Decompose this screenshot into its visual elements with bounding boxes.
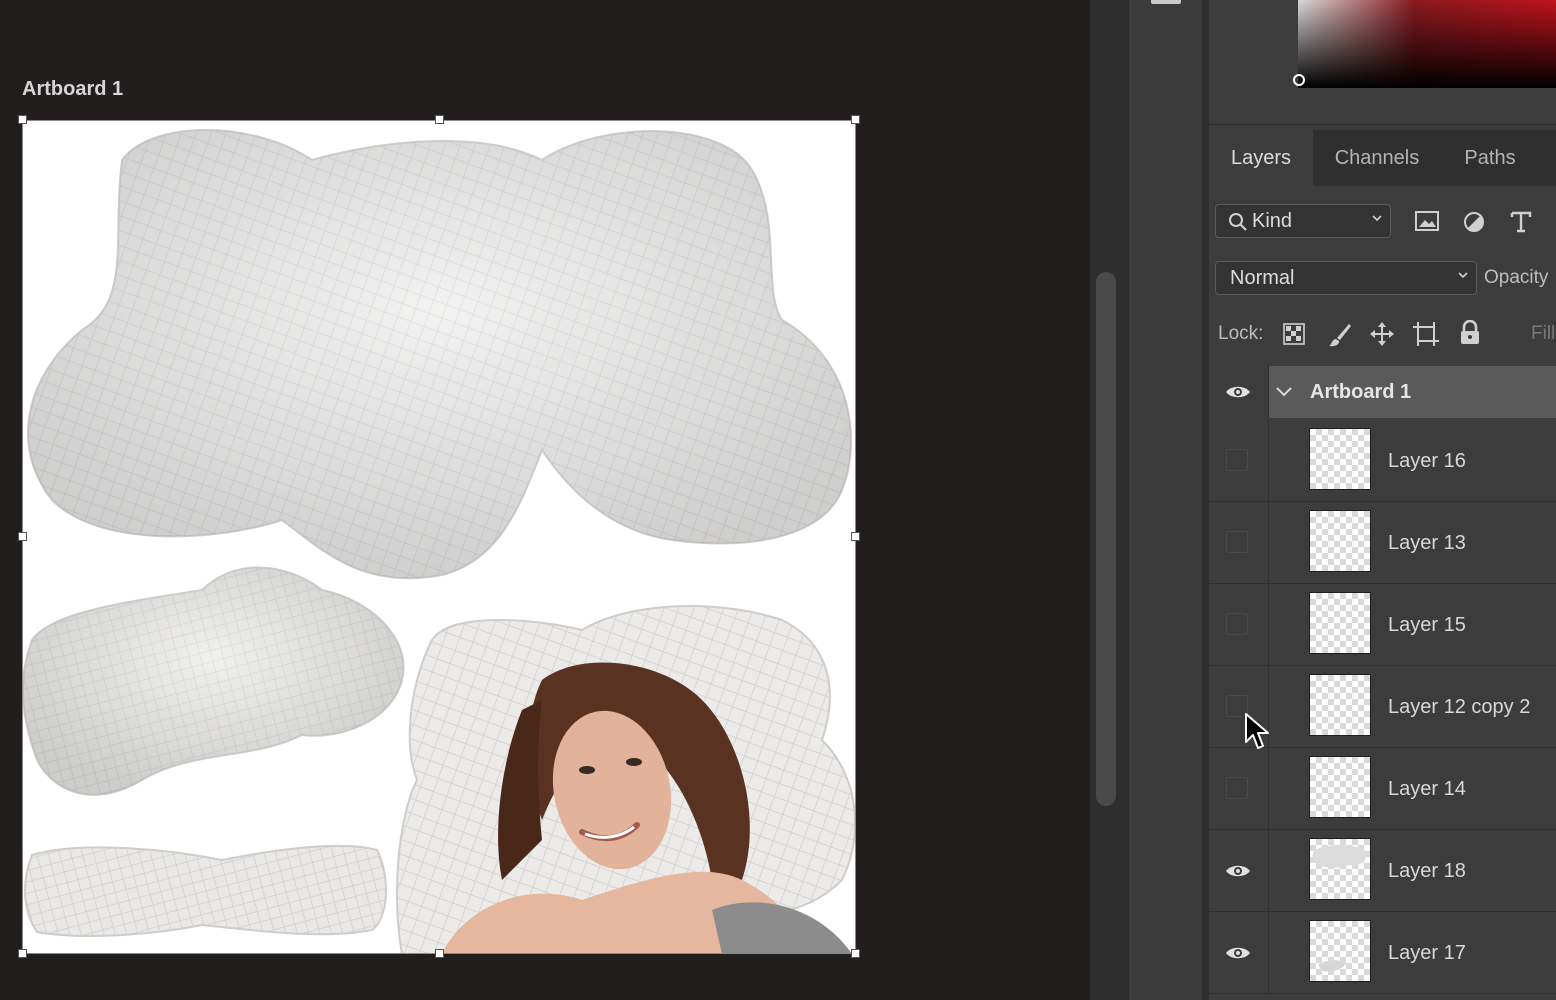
artboard-label[interactable]: Artboard 1 bbox=[22, 78, 123, 101]
pillow-thumbnail-image bbox=[1318, 960, 1346, 972]
layer-thumbnail[interactable] bbox=[1309, 838, 1371, 900]
chevron-down-icon bbox=[1372, 215, 1382, 222]
fill-label: Fill bbox=[1531, 323, 1556, 344]
layer-name[interactable]: Layer 15 bbox=[1388, 584, 1466, 666]
lock-artboard-icon[interactable] bbox=[1412, 321, 1440, 347]
layer-name[interactable]: Layer 13 bbox=[1388, 502, 1466, 584]
group-name[interactable]: Artboard 1 bbox=[1310, 366, 1411, 418]
blend-mode-value: Normal bbox=[1230, 267, 1295, 289]
transform-handle-bottom-center[interactable] bbox=[435, 949, 444, 958]
layer-thumbnail[interactable] bbox=[1309, 920, 1371, 982]
layer-thumbnail[interactable] bbox=[1309, 428, 1371, 490]
visibility-toggle-off[interactable] bbox=[1226, 613, 1248, 635]
transform-handle-middle-right[interactable] bbox=[851, 532, 860, 541]
layer-name[interactable]: Layer 16 bbox=[1388, 420, 1466, 502]
visibility-toggle-off[interactable] bbox=[1226, 449, 1248, 471]
type-filter-icon[interactable] bbox=[1510, 210, 1532, 234]
lock-transparent-pixels-icon[interactable] bbox=[1283, 323, 1305, 345]
panel-icon[interactable] bbox=[1151, 0, 1181, 4]
pillow-thumbnail-image bbox=[1312, 845, 1367, 868]
visibility-column[interactable] bbox=[1209, 420, 1269, 501]
mouse-pointer-icon bbox=[1245, 713, 1269, 749]
layer-name[interactable]: Layer 14 bbox=[1388, 748, 1466, 830]
tab-channels[interactable]: Channels bbox=[1313, 130, 1441, 186]
eye-icon[interactable] bbox=[1225, 863, 1251, 879]
pillow-with-woman bbox=[396, 605, 856, 954]
layer-row[interactable]: Layer 16 bbox=[1209, 420, 1556, 502]
layer-name[interactable]: Layer 12 copy 2 bbox=[1388, 666, 1530, 748]
layer-row[interactable]: Layer 13 bbox=[1209, 502, 1556, 584]
transform-handle-top-left[interactable] bbox=[18, 115, 27, 124]
layer-thumbnail[interactable] bbox=[1309, 674, 1371, 736]
medium-pillow bbox=[22, 566, 405, 796]
panel-tabs: Layers Channels Paths bbox=[1209, 130, 1556, 186]
large-pillow bbox=[27, 129, 853, 580]
layer-row[interactable]: Layer 15 bbox=[1209, 584, 1556, 666]
layer-thumbnail[interactable] bbox=[1309, 510, 1371, 572]
transform-handle-middle-left[interactable] bbox=[18, 532, 27, 541]
layer-filter-select[interactable]: Kind bbox=[1215, 204, 1391, 238]
panel-divider[interactable] bbox=[1202, 0, 1209, 1000]
layer-name[interactable]: Layer 18 bbox=[1388, 830, 1466, 912]
lock-image-pixels-icon[interactable] bbox=[1327, 322, 1353, 348]
side-view-pillow bbox=[24, 844, 388, 937]
layer-thumbnail[interactable] bbox=[1309, 592, 1371, 654]
artboard[interactable] bbox=[22, 120, 856, 954]
layer-row[interactable]: Layer 18 bbox=[1209, 830, 1556, 912]
transform-handle-top-center[interactable] bbox=[435, 115, 444, 124]
visibility-toggle-off[interactable] bbox=[1226, 531, 1248, 553]
chevron-down-icon[interactable] bbox=[1275, 384, 1293, 398]
lock-label: Lock: bbox=[1218, 323, 1264, 344]
image-filter-icon[interactable] bbox=[1414, 210, 1440, 232]
lock-all-icon[interactable] bbox=[1459, 320, 1481, 346]
eye-icon[interactable] bbox=[1225, 945, 1251, 961]
visibility-column[interactable] bbox=[1209, 912, 1269, 993]
search-icon bbox=[1229, 213, 1247, 231]
product-collage-image bbox=[22, 129, 856, 954]
layer-row[interactable]: Layer 14 bbox=[1209, 748, 1556, 830]
blend-mode-select[interactable]: Normal bbox=[1215, 261, 1477, 295]
visibility-column[interactable] bbox=[1209, 502, 1269, 583]
lock-position-icon[interactable] bbox=[1369, 321, 1395, 347]
transform-handle-bottom-left[interactable] bbox=[18, 949, 27, 958]
layer-filter-value: Kind bbox=[1252, 210, 1293, 232]
layer-group-artboard[interactable]: Artboard 1 bbox=[1209, 366, 1556, 418]
visibility-column[interactable] bbox=[1209, 748, 1269, 829]
tab-paths[interactable]: Paths bbox=[1441, 130, 1539, 186]
tab-layers[interactable]: Layers bbox=[1209, 130, 1313, 186]
visibility-column[interactable] bbox=[1209, 830, 1269, 911]
eye-icon[interactable] bbox=[1225, 384, 1251, 400]
visibility-column[interactable] bbox=[1209, 584, 1269, 665]
color-field[interactable] bbox=[1298, 0, 1556, 88]
right-panel: Layers Channels Paths Kind Normal Opacit… bbox=[1209, 0, 1556, 1000]
adjustment-filter-icon[interactable] bbox=[1462, 210, 1486, 234]
visibility-column[interactable] bbox=[1209, 366, 1269, 418]
color-panel bbox=[1209, 0, 1556, 125]
collapsed-panel-strip bbox=[1128, 0, 1203, 1000]
layer-row[interactable]: Layer 17 bbox=[1209, 912, 1556, 994]
color-picker-cursor[interactable] bbox=[1293, 74, 1305, 86]
layer-name[interactable]: Layer 17 bbox=[1388, 912, 1466, 994]
visibility-toggle-off[interactable] bbox=[1226, 777, 1248, 799]
opacity-label: Opacity bbox=[1484, 267, 1549, 288]
scrollbar-thumb[interactable] bbox=[1096, 272, 1116, 806]
chevron-down-icon bbox=[1458, 272, 1468, 279]
transform-handle-bottom-right[interactable] bbox=[851, 949, 860, 958]
transform-handle-top-right[interactable] bbox=[851, 115, 860, 124]
layer-thumbnail[interactable] bbox=[1309, 756, 1371, 818]
document-canvas[interactable]: Artboard 1 bbox=[0, 0, 1090, 1000]
